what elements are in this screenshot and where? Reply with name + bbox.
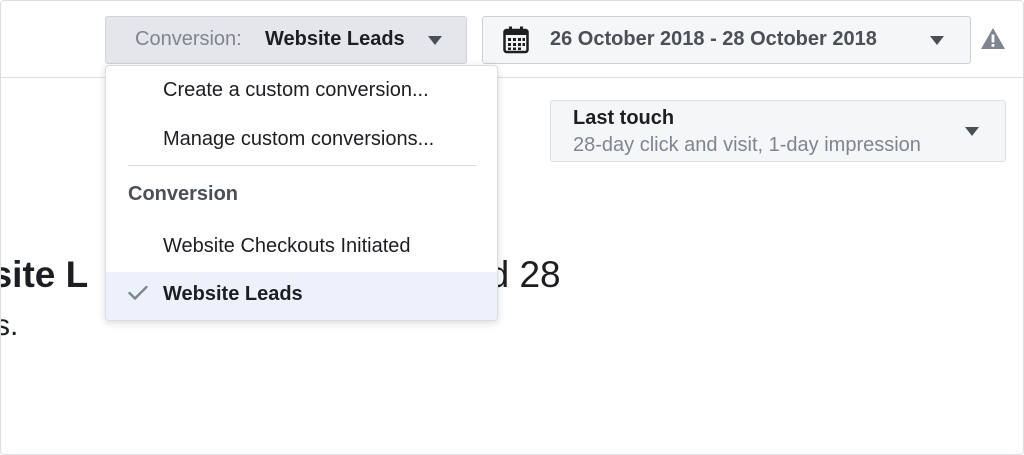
conversion-dropdown-menu: Create a custom conversion... Manage cus…: [105, 65, 498, 321]
menu-option-website-leads[interactable]: Website Leads: [106, 272, 497, 320]
date-range-button[interactable]: 26 October 2018 - 28 October 2018: [482, 16, 971, 64]
menu-section-header: Conversion: [128, 183, 239, 205]
conversion-value: Website Leads: [265, 28, 405, 50]
app-frame: Conversion: Website Leads 26 October 201…: [0, 0, 1024, 455]
warning-icon[interactable]: [981, 28, 1005, 49]
conversion-selector-button[interactable]: Conversion: Website Leads: [105, 16, 467, 64]
conversion-label: Conversion:: [135, 28, 242, 50]
checkmark-icon: [128, 285, 148, 300]
caret-down-icon: [930, 36, 944, 45]
caret-down-icon: [965, 127, 979, 136]
date-range-text: 26 October 2018 - 28 October 2018: [550, 28, 877, 50]
menu-option-website-checkouts-initiated[interactable]: Website Checkouts Initiated: [106, 224, 497, 270]
attribution-window: 28-day click and visit, 1-day impression: [573, 134, 921, 156]
attribution-selector-button[interactable]: Last touch 28-day click and visit, 1-day…: [550, 100, 1006, 162]
summary-bold-fragment: osite L: [1, 254, 89, 295]
menu-divider: [128, 165, 476, 166]
attribution-model: Last touch: [573, 107, 675, 129]
summary-text-line2: s.: [1, 309, 19, 342]
calendar-icon: [503, 26, 529, 54]
menu-item-create-custom-conversion[interactable]: Create a custom conversion...: [106, 68, 497, 114]
caret-down-icon: [428, 36, 442, 45]
menu-item-manage-custom-conversions[interactable]: Manage custom conversions...: [106, 117, 497, 163]
